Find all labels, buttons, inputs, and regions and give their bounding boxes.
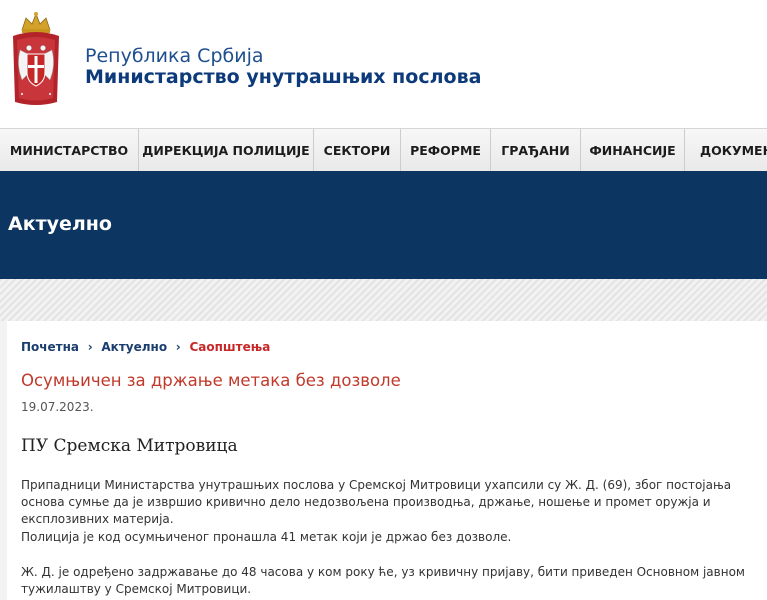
breadcrumb-news[interactable]: Актуелно — [101, 340, 167, 354]
article-card: Почетна › Актуелно › Саопштења Осумњичен… — [7, 321, 767, 600]
section-banner: Актуелно — [0, 171, 767, 279]
breadcrumb-home[interactable]: Почетна — [21, 340, 79, 354]
nav-item-documents[interactable]: ДОКУМЕНТ — [685, 129, 767, 172]
brand-country[interactable]: Република Србија — [85, 45, 264, 67]
chevron-right-icon: › — [175, 340, 181, 354]
nav-item-citizens[interactable]: ГРАЂАНИ — [491, 129, 581, 172]
site-header: Република Србија Министарство унутрашњих… — [0, 0, 767, 128]
article-paragraph: Припадници Министарства унутрашњих посло… — [21, 478, 732, 526]
nav-item-finances[interactable]: ФИНАНСИЈЕ — [581, 129, 685, 172]
brand-ministry[interactable]: Министарство унутрашњих послова — [85, 66, 481, 88]
article-date: 19.07.2023. — [21, 400, 94, 414]
main-nav: МИНИСТАРСТВО ДИРЕКЦИЈА ПОЛИЦИЈЕ СЕКТОРИ … — [0, 128, 767, 173]
coat-of-arms-logo[interactable] — [10, 10, 62, 108]
breadcrumb-press-releases[interactable]: Саопштења — [189, 340, 270, 354]
nav-item-sectors[interactable]: СЕКТОРИ — [314, 129, 401, 172]
breadcrumb: Почетна › Актуелно › Саопштења — [21, 340, 270, 354]
section-title: Актуелно — [8, 213, 112, 235]
nav-item-police-directorate[interactable]: ДИРЕКЦИЈА ПОЛИЦИЈЕ — [139, 129, 314, 172]
nav-item-ministry[interactable]: МИНИСТАРСТВО — [0, 129, 139, 172]
article-title: Осумњичен за држање метака без дозволе — [21, 371, 401, 390]
police-unit-heading: ПУ Сремска Митровица — [21, 436, 238, 456]
decorative-stripe — [0, 279, 767, 321]
chevron-right-icon: › — [87, 340, 93, 354]
nav-item-reforms[interactable]: РЕФОРМЕ — [401, 129, 491, 172]
article-paragraph: Полиција је код осумњиченог пронашла 41 … — [21, 530, 512, 544]
article-paragraph: Ж. Д. је одређено задржавање до 48 часов… — [21, 565, 745, 596]
